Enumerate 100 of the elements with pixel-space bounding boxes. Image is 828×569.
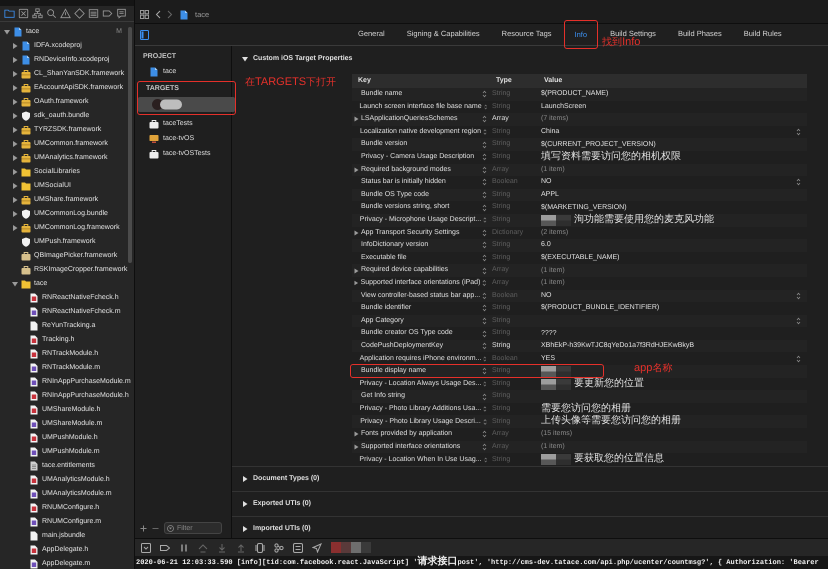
- stepper-icon[interactable]: [482, 418, 487, 426]
- stepper-icon[interactable]: [482, 266, 487, 275]
- disclosure-triangle[interactable]: [354, 166, 359, 173]
- stepper-icon[interactable]: [482, 292, 487, 300]
- header-file-icon: [29, 545, 39, 555]
- stepper-icon[interactable]: [482, 241, 487, 250]
- stepper-icon[interactable]: [484, 456, 487, 464]
- square-x-icon[interactable]: [18, 8, 29, 19]
- stepper-icon[interactable]: [482, 140, 487, 149]
- stepper-icon[interactable]: [482, 442, 487, 451]
- disclosure-triangle[interactable]: [354, 431, 359, 438]
- source-file-icon: [29, 447, 39, 457]
- panel-icon[interactable]: [141, 542, 151, 552]
- graph-icon[interactable]: [274, 542, 284, 552]
- stepper-icon[interactable]: [482, 191, 487, 200]
- stepper-icon[interactable]: [482, 316, 487, 325]
- source-file-icon: [29, 307, 39, 317]
- stepper-icon[interactable]: [483, 380, 487, 388]
- forward-icon[interactable]: [167, 10, 173, 19]
- value-label[interactable]: 要获取您的位置信息: [574, 453, 664, 466]
- disclosure-triangle[interactable]: [12, 281, 18, 287]
- stepper-icon[interactable]: [482, 254, 487, 262]
- scrollbar-thumb[interactable]: [128, 27, 132, 263]
- disclosure-triangle[interactable]: [12, 211, 18, 217]
- suitcase-icon: [149, 149, 159, 160]
- popup-arrows-icon[interactable]: [796, 178, 801, 186]
- disclosure-triangle[interactable]: [12, 113, 18, 119]
- stepper-icon[interactable]: [484, 102, 487, 111]
- briefcase-icon: [21, 195, 31, 205]
- disclosure-triangle[interactable]: [12, 85, 18, 91]
- grid-icon[interactable]: [140, 10, 149, 19]
- disclosure-triangle[interactable]: [354, 116, 359, 122]
- list-icon[interactable]: [88, 8, 99, 19]
- stepper-icon[interactable]: [482, 90, 487, 98]
- step-over-icon[interactable]: [198, 542, 208, 552]
- stepper-icon[interactable]: [482, 178, 487, 186]
- add-icon[interactable]: [140, 524, 147, 532]
- step-out-icon[interactable]: [236, 542, 246, 552]
- disclosure-triangle[interactable]: [12, 155, 18, 161]
- value-label[interactable]: 要更新您的位置: [574, 378, 644, 391]
- stepper-icon[interactable]: [482, 153, 487, 162]
- value-label[interactable]: 上传头像等需要您访问您的相册: [541, 415, 681, 428]
- folder-icon[interactable]: [4, 8, 15, 19]
- disclosure-triangle[interactable]: [12, 57, 18, 63]
- disclosure-triangle[interactable]: [12, 197, 18, 203]
- target-item[interactable]: [138, 96, 235, 112]
- popup-arrows-icon[interactable]: [796, 354, 801, 363]
- stepper-icon[interactable]: [482, 115, 487, 124]
- disclosure-triangle[interactable]: [12, 183, 18, 189]
- stepper-icon[interactable]: [482, 166, 487, 174]
- stepper-icon[interactable]: [482, 279, 487, 288]
- disclosure-triangle[interactable]: [12, 43, 18, 49]
- pause-icon[interactable]: [179, 542, 189, 552]
- comment-icon[interactable]: [116, 8, 127, 19]
- hierarchy-icon[interactable]: [32, 8, 43, 19]
- source-file-icon: [29, 419, 39, 429]
- popup-arrows-icon[interactable]: [796, 316, 801, 325]
- stepper-icon[interactable]: [482, 392, 487, 401]
- stepper-icon[interactable]: [483, 354, 487, 363]
- document-icon: [179, 10, 189, 20]
- briefcase-icon: [21, 153, 31, 163]
- stepper-icon[interactable]: [483, 128, 487, 136]
- stepper-icon[interactable]: [482, 228, 487, 237]
- disclosure-triangle[interactable]: [12, 71, 18, 77]
- tag-icon[interactable]: [102, 8, 113, 19]
- disclosure-triangle[interactable]: [12, 225, 18, 231]
- stepper-icon[interactable]: [482, 367, 487, 376]
- disclosure-triangle[interactable]: [354, 230, 359, 236]
- stepper-icon[interactable]: [483, 405, 487, 414]
- value-label[interactable]: 需要您访问您的相册: [541, 402, 631, 416]
- location-arrow-icon[interactable]: [312, 542, 322, 552]
- warning-icon[interactable]: [60, 8, 71, 19]
- back-icon[interactable]: [155, 10, 161, 19]
- stepper-icon[interactable]: [482, 430, 487, 438]
- stepper-icon[interactable]: [482, 304, 487, 312]
- diamond-icon[interactable]: [74, 8, 85, 19]
- source-file-icon: [29, 377, 39, 387]
- disclosure-triangle[interactable]: [12, 169, 18, 175]
- popup-arrows-icon[interactable]: [796, 292, 801, 300]
- source-file-icon: [29, 489, 39, 499]
- step-into-icon[interactable]: [217, 542, 227, 552]
- value-label[interactable]: 洵功能需要使用您的麦克风功能: [574, 214, 714, 227]
- disclosure-triangle[interactable]: [354, 280, 359, 286]
- stepper-icon[interactable]: [482, 342, 487, 350]
- stepper-icon[interactable]: [482, 204, 487, 212]
- header-file-icon: [29, 433, 39, 443]
- disclosure-triangle[interactable]: [354, 444, 359, 450]
- search-icon[interactable]: [46, 8, 57, 19]
- value-label[interactable]: 填写资料需要访问您的相机权限: [541, 150, 681, 164]
- disclosure-triangle[interactable]: [354, 268, 359, 274]
- annotation-note: 找到Info: [602, 36, 640, 50]
- stepper-icon[interactable]: [482, 330, 487, 338]
- sidebar-toggle-icon[interactable]: [140, 30, 149, 40]
- stepper-icon[interactable]: [483, 216, 487, 224]
- disclosure-triangle[interactable]: [12, 141, 18, 147]
- disclosure-triangle[interactable]: [4, 29, 10, 35]
- disclosure-triangle[interactable]: [12, 127, 18, 133]
- disclosure-triangle[interactable]: [12, 99, 18, 105]
- tag-icon[interactable]: [160, 542, 170, 552]
- popup-arrows-icon[interactable]: [796, 128, 801, 136]
